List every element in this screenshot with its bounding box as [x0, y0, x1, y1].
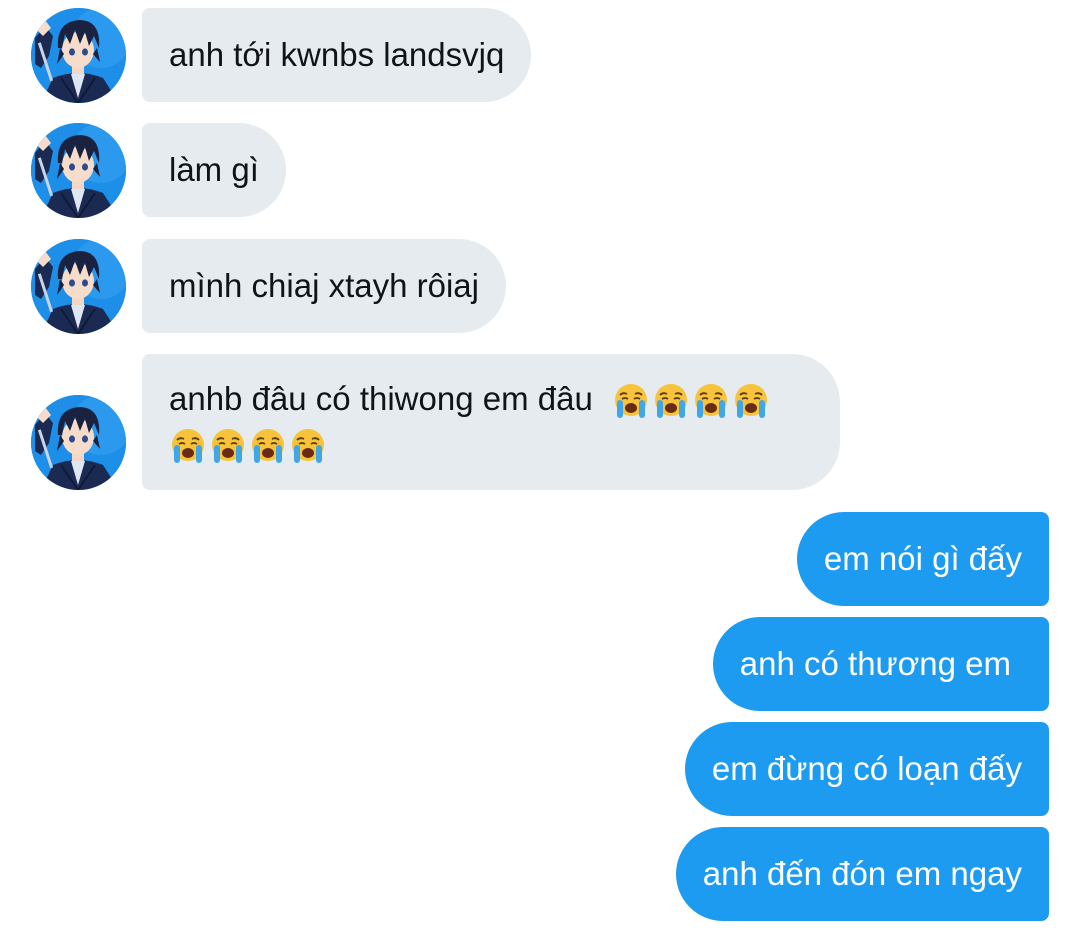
message-text: làm gì — [169, 151, 259, 188]
message-text: em đừng có loạn đấy — [711, 750, 1022, 787]
loudly-crying-face-icon — [612, 382, 650, 420]
emoji-group — [612, 380, 772, 422]
message-text: em nói gì đấy — [823, 540, 1022, 577]
contact-avatar[interactable] — [31, 239, 126, 334]
incoming-message-bubble[interactable]: làm gì — [142, 123, 286, 217]
contact-avatar[interactable] — [31, 8, 126, 103]
loudly-crying-face-icon — [209, 427, 247, 465]
emoji-group — [169, 425, 329, 467]
loudly-crying-face-icon — [289, 427, 327, 465]
avatar-image-icon — [31, 8, 126, 103]
message-text: anh có thương em — [739, 645, 1011, 682]
incoming-message-bubble[interactable]: anhb đâu có thiwong em đâu — [142, 354, 840, 490]
loudly-crying-face-icon — [732, 382, 770, 420]
message-text: mình chiaj xtayh rôiaj — [169, 267, 479, 304]
loudly-crying-face-icon — [652, 382, 690, 420]
message-text: anh đến đón em ngay — [702, 855, 1022, 892]
outgoing-message-bubble[interactable]: anh có thương em — [712, 617, 1049, 711]
contact-avatar[interactable] — [31, 395, 126, 490]
avatar-image-icon — [31, 123, 126, 218]
loudly-crying-face-icon — [169, 427, 207, 465]
message-text: anh tới kwnbs landsvjq — [169, 36, 505, 73]
outgoing-message-bubble[interactable]: em đừng có loạn đấy — [684, 722, 1049, 816]
loudly-crying-face-icon — [692, 382, 730, 420]
message-text: anhb đâu có thiwong em đâu — [169, 380, 593, 417]
outgoing-message-bubble[interactable]: em nói gì đấy — [796, 512, 1049, 606]
loudly-crying-face-icon — [249, 427, 287, 465]
contact-avatar[interactable] — [31, 123, 126, 218]
outgoing-message-bubble[interactable]: anh đến đón em ngay — [675, 827, 1049, 921]
avatar-image-icon — [31, 239, 126, 334]
incoming-message-bubble[interactable]: mình chiaj xtayh rôiaj — [142, 239, 506, 333]
avatar-image-icon — [31, 395, 126, 490]
incoming-message-bubble[interactable]: anh tới kwnbs landsvjq — [142, 8, 532, 102]
